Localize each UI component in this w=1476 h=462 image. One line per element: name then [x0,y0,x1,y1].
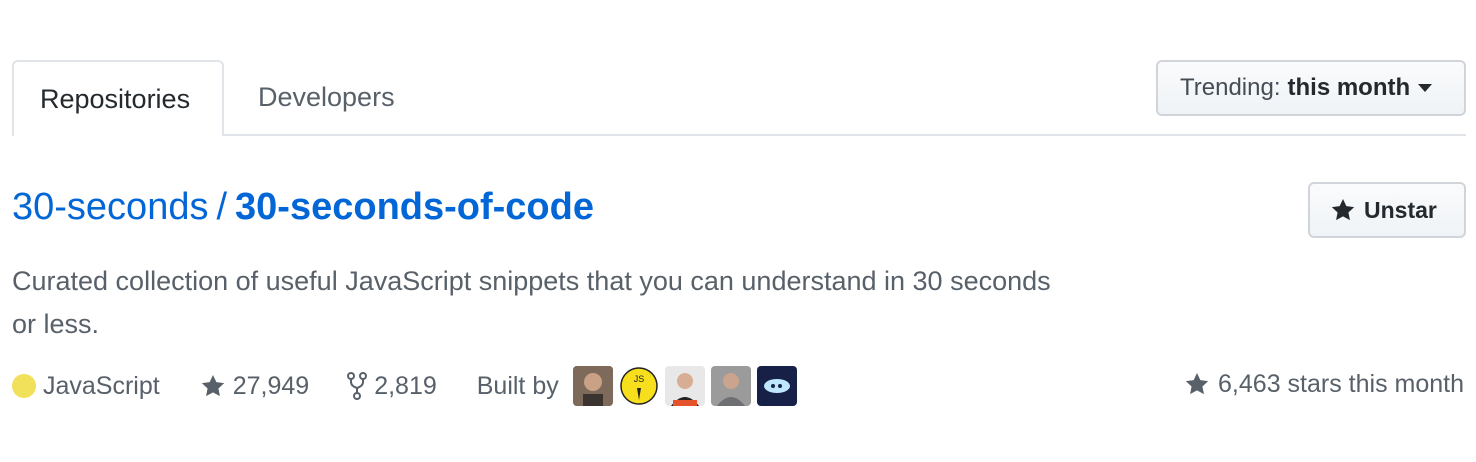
trending-period-dropdown[interactable]: Trending: this month [1156,60,1466,116]
avatar[interactable] [664,366,705,406]
stars-this-month: 6,463 stars this month [1184,364,1464,404]
unstar-button[interactable]: Unstar [1308,182,1466,238]
avatar[interactable]: JS [618,366,659,406]
repo-name-link[interactable]: 30-seconds-of-code [235,186,594,228]
repo-meta: JavaScript 27,949 2,819 Built by JS [12,364,797,408]
stargazers-link[interactable]: 27,949 [200,372,309,401]
trending-label: Trending: [1180,74,1281,101]
caret-down-icon [1418,84,1433,92]
svg-text:JS: JS [633,374,644,384]
tab-developers[interactable]: Developers [232,60,421,134]
repo-owner-link[interactable]: 30-seconds [12,186,208,228]
language-label: JavaScript [43,371,160,400]
unstar-label: Unstar [1364,196,1437,223]
star-icon [1331,198,1355,221]
language-color-dot [12,374,36,398]
tab-repositories[interactable]: Repositories [12,60,224,136]
avatar[interactable] [710,366,751,406]
built-by: Built by JS [477,366,797,406]
repo-title: 30-seconds/30-seconds-of-code [12,186,594,229]
avatar[interactable] [756,366,797,406]
repo-description: Curated collection of useful JavaScript … [12,266,1051,339]
fork-icon [347,372,368,400]
trending-value: this month [1287,74,1411,101]
avatar[interactable] [572,366,613,406]
star-icon [201,374,224,397]
repo-separator: / [216,186,228,228]
built-by-label: Built by [476,371,559,400]
stars-count: 27,949 [232,371,310,400]
star-icon [1185,372,1209,395]
repo-language: JavaScript [12,372,160,401]
forks-count: 2,819 [374,371,437,400]
forks-link[interactable]: 2,819 [347,372,437,401]
stars-this-month-label: 6,463 stars this month [1218,369,1464,398]
